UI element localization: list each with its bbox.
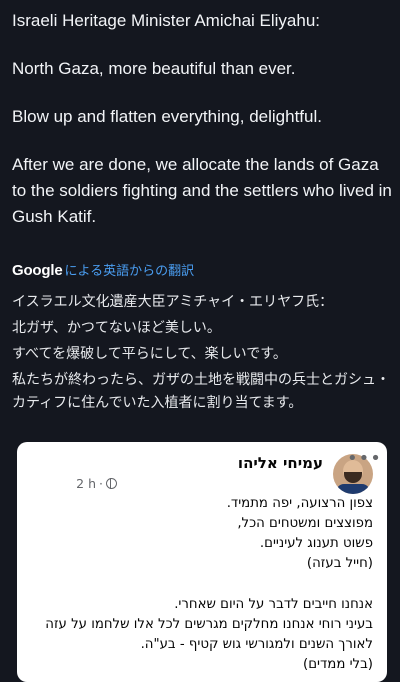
translated-line-3: すべてを爆破して平らにして、楽しいです。 [12, 345, 287, 361]
translated-text: イスラエル文化遺産大臣アミチャイ・エリヤフ氏： 北ガザ、かつてないほど美しい。 … [12, 290, 392, 417]
more-icon[interactable]: ••• [347, 448, 382, 469]
author-name[interactable]: עמיחי אליהו [238, 454, 323, 472]
embedded-facebook-post[interactable]: עמיחי אליהו 2 h · ••• צפון הרצועה, יפה מ… [17, 442, 387, 682]
avatar-suit [336, 484, 370, 494]
post-text: Israeli Heritage Minister Amichai Eliyah… [12, 8, 392, 252]
post-paragraph-3: Blow up and flatten everything, delightf… [12, 107, 322, 126]
post-paragraph-2: North Gaza, more beautiful than ever. [12, 59, 296, 78]
translated-line-2: 北ガザ、かつてないほど美しい。 [12, 319, 221, 335]
google-logo: Google [12, 262, 63, 279]
post-time[interactable]: 2 h [76, 476, 96, 491]
globe-icon [106, 478, 117, 489]
post-paragraph-1: Israeli Heritage Minister Amichai Eliyah… [12, 11, 321, 30]
avatar-beard [344, 472, 362, 483]
body-line: (בלי ממדים) [303, 657, 373, 672]
meta-separator: · [99, 476, 103, 491]
post-paragraph-4: After we are done, we allocate the lands… [12, 155, 392, 226]
translation-source-link[interactable]: による英語からの翻訳 [64, 260, 194, 279]
body-line: (חייל בעזה) [306, 556, 373, 571]
post-body: צפון הרצועה, יפה מתמיד. מפוצצים ומשטחים … [43, 494, 373, 675]
body-line: מפוצצים ומשטחים הכל, [237, 516, 373, 531]
body-line: צפון הרצועה, יפה מתמיד. [226, 496, 373, 511]
translation-attribution[interactable]: Google による英語からの翻訳 [12, 260, 194, 280]
translated-line-1: イスラエル文化遺産大臣アミチャイ・エリヤフ氏： [12, 293, 334, 309]
post-meta: 2 h · [76, 476, 117, 491]
body-line: פשוט תענוג לעיניים. [259, 536, 373, 551]
translated-line-4: 私たちが終わったら、ガザの土地を戦闘中の兵士とガシュ・カティフに住んでいた入植者… [12, 371, 390, 410]
body-line: לאורך השנים ולמגורשי גוש קטיף - בע"ה. [140, 637, 373, 652]
body-line: בעיני רוחי אנחנו מחלקים מגרשים לכל אלו ש… [45, 617, 373, 632]
body-line: אנחנו חייבים לדבר על היום שאחרי. [174, 597, 373, 612]
